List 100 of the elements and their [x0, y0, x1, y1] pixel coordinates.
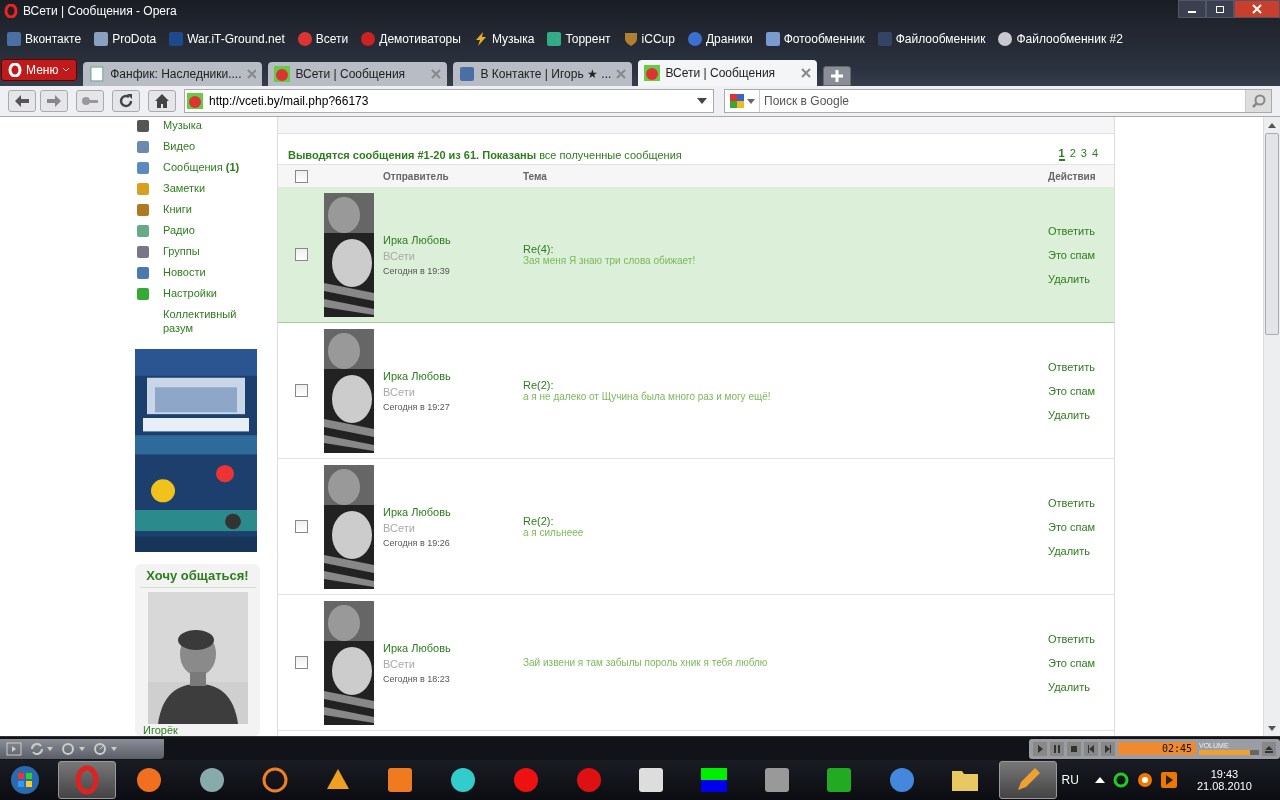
show-hidden-icons-icon[interactable]: [1094, 777, 1105, 783]
gauge-icon[interactable]: [94, 742, 118, 755]
page-link[interactable]: 1: [1058, 147, 1065, 161]
bookmark-link[interactable]: Вконтакте: [6, 31, 82, 47]
plus-icon: [830, 69, 845, 83]
message-row[interactable]: Ирка Любовь ВСети Сегодня в 19:39 Re(4): Зая меня Я знаю три слова обижает! Ответить Это спам Удалить: [278, 187, 1114, 323]
action-link[interactable]: Это спам: [1048, 656, 1114, 669]
play-icon[interactable]: [1160, 772, 1177, 788]
browser-tab[interactable]: ВСети | Сообщения: [638, 60, 818, 86]
action-link[interactable]: Удалить: [1048, 408, 1114, 421]
fan-icon[interactable]: [62, 742, 86, 755]
sidebar-item[interactable]: Новости: [135, 264, 260, 285]
message-row[interactable]: Ирка Любовь ВСети Сегодня в 18:23 Зай извени я там забылы пороль хник я тебя люблю Ответить Это спам Удалить: [278, 595, 1114, 731]
sidebar-item[interactable]: Коллективный разум: [135, 306, 260, 337]
volume-slider[interactable]: [1199, 750, 1259, 755]
home-button[interactable]: [148, 90, 176, 112]
sidebar-item[interactable]: Заметки: [135, 180, 260, 201]
close-button[interactable]: [1234, 0, 1280, 18]
page-link[interactable]: 4: [1091, 147, 1098, 161]
message-checkbox[interactable]: [294, 656, 308, 669]
action-link[interactable]: Это спам: [1048, 384, 1114, 397]
message-date: Сегодня в 19:39: [383, 265, 451, 276]
action-link[interactable]: Ответить: [1048, 496, 1114, 509]
bookmark-link[interactable]: iCCup: [622, 31, 675, 47]
scroll-down-icon[interactable]: [1268, 725, 1276, 731]
address-bar[interactable]: http://vceti.by/mail.php?66173: [184, 89, 714, 113]
sidebar-item[interactable]: Радио: [135, 222, 260, 243]
action-link[interactable]: Ответить: [1048, 360, 1114, 373]
play-icon[interactable]: [1033, 741, 1047, 756]
close-icon[interactable]: [801, 68, 812, 78]
sidebar-item[interactable]: Книги: [135, 201, 260, 222]
pencil-taskbar-button[interactable]: [998, 761, 1057, 799]
sidebar-item[interactable]: Видео: [135, 138, 260, 159]
browser-tab[interactable]: В Контакте | Игорь ★ ...: [453, 62, 633, 86]
bookmark-link[interactable]: Фотообменник: [764, 31, 865, 47]
new-tab-button[interactable]: [823, 66, 852, 86]
profile-name-link[interactable]: Игорёк: [143, 724, 178, 736]
message-row[interactable]: Ирка Любовь ВСети Сегодня в 19:26 Re(2): а я сильнеее Ответить Это спам Удалить: [278, 459, 1114, 595]
bookmark-link[interactable]: Торрент: [546, 31, 611, 47]
dropdown-arrow-icon[interactable]: [697, 98, 707, 104]
ring-taskbar-button[interactable]: [57, 761, 116, 799]
message-subject[interactable]: Re(2):: [523, 515, 1048, 527]
action-link[interactable]: Это спам: [1048, 248, 1114, 261]
action-link[interactable]: Ответить: [1048, 224, 1114, 237]
page-link[interactable]: 3: [1080, 147, 1087, 161]
pause-icon[interactable]: [1050, 741, 1064, 756]
stop-icon[interactable]: [1067, 741, 1081, 756]
select-all-checkbox[interactable]: [294, 169, 308, 183]
action-link[interactable]: Удалить: [1048, 680, 1114, 693]
action-link[interactable]: Удалить: [1048, 544, 1114, 557]
reload-button[interactable]: [112, 90, 140, 112]
forward-button[interactable]: [40, 90, 68, 112]
minimize-button[interactable]: [1178, 0, 1206, 18]
bookmark-link[interactable]: Файлообменник: [876, 31, 986, 47]
message-checkbox[interactable]: [294, 384, 308, 397]
sender-name-link[interactable]: Ирка Любовь: [383, 505, 523, 518]
browser-tab[interactable]: ВСети | Сообщения: [268, 62, 448, 86]
action-link[interactable]: Это спам: [1048, 520, 1114, 533]
menu-button[interactable]: Меню: [1, 59, 78, 81]
message-subject[interactable]: Re(2):: [523, 379, 1048, 391]
action-link[interactable]: Удалить: [1048, 272, 1114, 285]
sidebar-item[interactable]: Сообщения (1): [135, 159, 260, 180]
previous-icon[interactable]: [1084, 741, 1098, 756]
sender-name-link[interactable]: Ирка Любовь: [383, 369, 523, 382]
circle-icon[interactable]: [1136, 772, 1153, 788]
bookmark-link[interactable]: Файлообменник #2: [997, 31, 1123, 47]
message-checkbox[interactable]: [294, 520, 308, 533]
bookmark-link[interactable]: ProDota: [93, 31, 157, 47]
url-field[interactable]: http://vceti.by/mail.php?66173: [207, 93, 693, 109]
sidebar-item[interactable]: Настройки: [135, 285, 260, 306]
panel-toggle-icon[interactable]: [6, 741, 22, 756]
sender-name-link[interactable]: Ирка Любовь: [383, 233, 523, 246]
sync-icon[interactable]: [30, 742, 54, 755]
bookmark-link[interactable]: Демотиваторы: [360, 31, 461, 47]
square-icon: [459, 66, 476, 82]
message-checkbox[interactable]: [294, 248, 308, 261]
scroll-up-icon[interactable]: [1268, 122, 1276, 128]
message-subject[interactable]: Re(4):: [523, 243, 1048, 255]
bookmark-link[interactable]: War.iT-Ground.net: [168, 31, 285, 47]
action-link[interactable]: Ответить: [1048, 632, 1114, 645]
bookmark-link[interactable]: Драники: [686, 31, 753, 47]
page-link[interactable]: 2: [1069, 147, 1076, 161]
browser-tab[interactable]: Фанфик: Наследники....: [83, 62, 263, 86]
eject-icon[interactable]: [1262, 741, 1276, 756]
next-icon[interactable]: [1101, 741, 1115, 756]
maximize-button[interactable]: [1206, 0, 1234, 18]
search-button[interactable]: [1245, 90, 1271, 112]
search-bar[interactable]: Поиск в Google: [724, 89, 1272, 113]
language-indicator[interactable]: RU: [1061, 773, 1079, 787]
bookmark-link[interactable]: Музыка: [472, 31, 535, 47]
scroll-thumb[interactable]: [1265, 133, 1279, 335]
back-button[interactable]: [8, 90, 36, 112]
bookmark-link[interactable]: Всети: [296, 31, 349, 47]
sidebar-item[interactable]: Музыка: [135, 117, 260, 138]
clock[interactable]: 19:43 21.08.2010: [1196, 768, 1252, 792]
sidebar-item[interactable]: Группы: [135, 243, 260, 264]
message-row[interactable]: Ирка Любовь ВСети Сегодня в 19:27 Re(2): а я не далеко от Щучина была много раз и могу ещё! Ответить Это спам Удалить: [278, 323, 1114, 459]
ring-icon[interactable]: [1112, 772, 1129, 788]
scrollbar[interactable]: [1263, 117, 1280, 736]
sender-name-link[interactable]: Ирка Любовь: [383, 641, 523, 654]
